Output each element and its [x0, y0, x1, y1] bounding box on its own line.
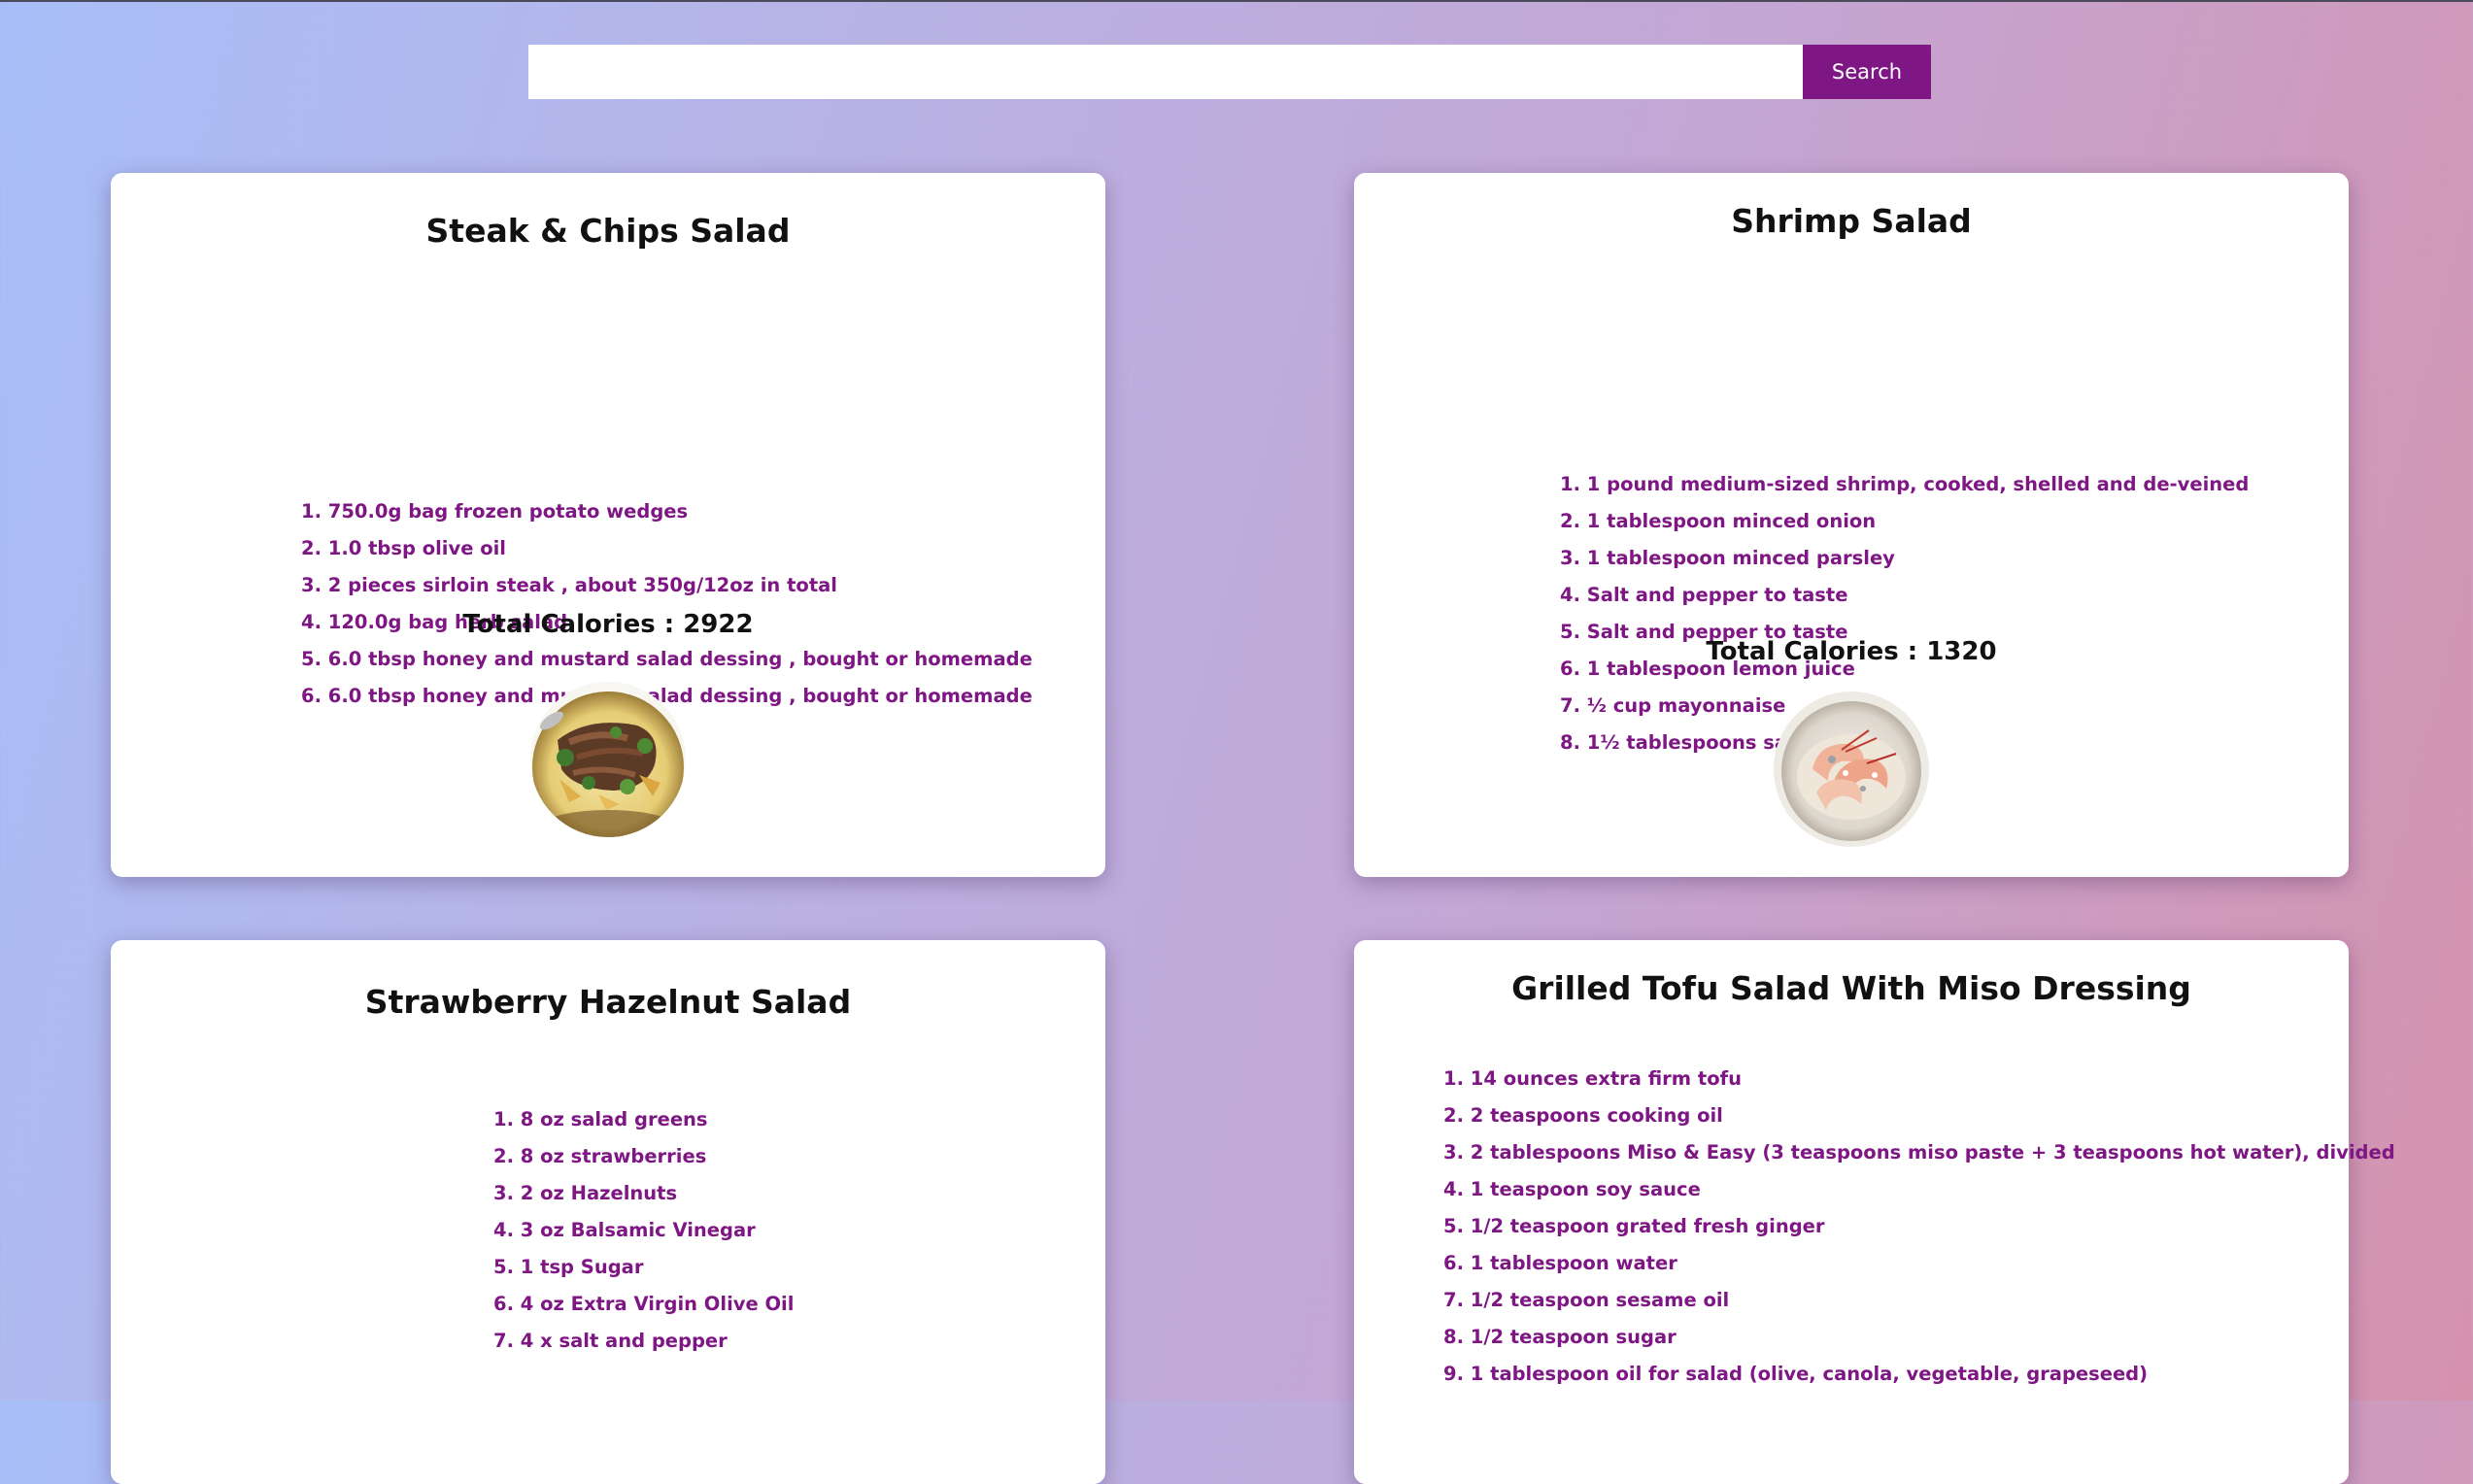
total-calories-label: Total Calories :: [462, 610, 684, 639]
ingredient-item: 1. 750.0g bag frozen potato wedges: [301, 500, 689, 523]
total-calories: Total Calories : 2922: [111, 608, 1105, 641]
ingredient-item: 5. 6.0 tbsp honey and mustard salad dess…: [301, 648, 1033, 670]
ingredient-item: 5. 1 tsp Sugar: [493, 1256, 644, 1278]
recipe-title: Shrimp Salad: [1731, 202, 1972, 240]
ingredient-item: 8. 1/2 teaspoon sugar: [1443, 1326, 1677, 1348]
recipe-card-steak-chips-salad[interactable]: Steak & Chips Salad 1. 750.0g bag frozen…: [111, 173, 1105, 877]
recipe-title: Strawberry Hazelnut Salad: [364, 983, 852, 1021]
total-calories-label: Total Calories :: [1706, 637, 1927, 666]
total-calories-value: 1320: [1926, 637, 1997, 666]
ingredient-list: 1. 750.0g bag frozen potato wedges 2. 1.…: [301, 493, 1033, 715]
ingredient-item: 3. 2 oz Hazelnuts: [493, 1182, 678, 1204]
recipe-card-grilled-tofu-salad[interactable]: Grilled Tofu Salad With Miso Dressing 1.…: [1354, 940, 2395, 1484]
ingredient-item: 6. 1 tablespoon water: [1443, 1252, 1677, 1274]
ingredient-item: 2. 1 tablespoon minced onion: [1560, 510, 1877, 532]
ingredient-list: 1. 14 ounces extra firm tofu 2. 2 teaspo…: [1443, 1061, 2395, 1393]
ingredient-item: 7. 1/2 teaspoon sesame oil: [1443, 1289, 1730, 1311]
shrimp-salad-photo: [1774, 691, 1929, 847]
search-button[interactable]: Search: [1803, 45, 1931, 99]
recipe-title: Grilled Tofu Salad With Miso Dressing: [1511, 969, 2191, 1007]
ingredient-item: 7. 4 x salt and pepper: [493, 1330, 728, 1352]
ingredient-list: 1. 8 oz salad greens 2. 8 oz strawberrie…: [493, 1101, 794, 1360]
ingredient-item: 4. 3 oz Balsamic Vinegar: [493, 1219, 756, 1241]
ingredient-item: 2. 2 teaspoons cooking oil: [1443, 1104, 1723, 1127]
recipe-card-strawberry-hazelnut-salad[interactable]: Strawberry Hazelnut Salad 1. 8 oz salad …: [111, 940, 1105, 1484]
ingredient-item: 1. 8 oz salad greens: [493, 1108, 708, 1130]
ingredient-item: 3. 2 tablespoons Miso & Easy (3 teaspoon…: [1443, 1141, 2395, 1164]
ingredient-item: 4. 1 teaspoon soy sauce: [1443, 1178, 1701, 1200]
total-calories: Total Calories : 1320: [1354, 635, 2349, 668]
ingredient-item: 1. 14 ounces extra firm tofu: [1443, 1067, 1742, 1090]
ingredient-item: 2. 8 oz strawberries: [493, 1145, 707, 1167]
ingredient-item: 9. 1 tablespoon oil for salad (olive, ca…: [1443, 1363, 2149, 1385]
ingredient-item: 3. 1 tablespoon minced parsley: [1560, 547, 1895, 569]
ingredient-item: 4. Salt and pepper to taste: [1560, 584, 1848, 606]
ingredient-item: 1. 1 pound medium-sized shrimp, cooked, …: [1560, 473, 2250, 495]
top-border: [0, 0, 2473, 2]
recipe-title: Steak & Chips Salad: [425, 212, 791, 250]
ingredient-item: 6. 4 oz Extra Virgin Olive Oil: [493, 1293, 795, 1315]
recipe-card-shrimp-salad[interactable]: Shrimp Salad 1. 1 pound medium-sized shr…: [1354, 173, 2349, 877]
search-bar: Search: [528, 45, 1931, 99]
steak-salad-photo: [530, 682, 686, 837]
total-calories-value: 2922: [683, 610, 754, 639]
search-input[interactable]: [528, 45, 1803, 99]
ingredient-item: 2. 1.0 tbsp olive oil: [301, 537, 506, 559]
ingredient-item: 3. 2 pieces sirloin steak , about 350g/1…: [301, 574, 837, 596]
ingredient-item: 5. 1/2 teaspoon grated fresh ginger: [1443, 1215, 1825, 1237]
